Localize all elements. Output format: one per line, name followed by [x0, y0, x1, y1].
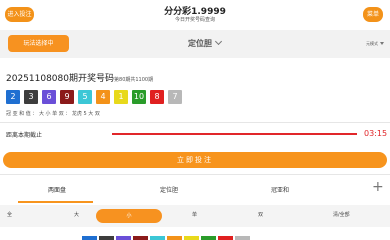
result-ball: 2: [6, 90, 20, 104]
play-type-dropdown[interactable]: 定位胆: [188, 37, 223, 49]
result-ball: 6: [42, 90, 56, 104]
filter-clear[interactable]: 清/全部: [333, 211, 350, 218]
countdown-timer: 03:15: [364, 129, 388, 138]
unit-mode-label: 元模式: [366, 41, 378, 46]
active-tab-indicator: [18, 201, 93, 203]
countdown-label: 距离本期截止: [6, 132, 43, 139]
issue-line: 20251108080期开奖号码第80期共1100期: [6, 71, 153, 84]
filter-even[interactable]: 双: [258, 211, 263, 218]
chevron-down-icon: [214, 37, 223, 46]
page-subtitle: 今日开奖号码查询: [174, 17, 215, 23]
color-chip: [218, 236, 233, 240]
divider: [0, 122, 390, 123]
unit-mode-dropdown[interactable]: 元模式: [366, 41, 384, 47]
divider: [0, 174, 390, 175]
color-chip: [167, 236, 182, 240]
color-chip: [99, 236, 114, 240]
caret-down-icon: [380, 42, 384, 45]
color-chip: [116, 236, 131, 240]
tab-sum[interactable]: 冠亚和: [271, 185, 289, 194]
color-chip: [133, 236, 148, 240]
filter-big[interactable]: 大: [74, 211, 79, 218]
countdown-progress: [112, 133, 357, 135]
filter-small[interactable]: 小: [96, 209, 162, 223]
color-chip: [150, 236, 165, 240]
color-strip: [82, 236, 252, 240]
color-chip: [184, 236, 199, 240]
issue-note: 第80期共1100期: [114, 77, 154, 83]
tab-two-sides[interactable]: 两面盘: [48, 185, 66, 194]
result-ball: 8: [150, 90, 164, 104]
result-ball: 3: [24, 90, 38, 104]
color-chip: [201, 236, 216, 240]
play-mode-button[interactable]: 玩法选择中: [8, 35, 69, 52]
menu-button[interactable]: 菜单: [363, 7, 383, 22]
play-type-label: 定位胆: [188, 39, 212, 48]
tab-position[interactable]: 定位胆: [160, 185, 178, 194]
color-chip: [235, 236, 250, 240]
result-balls: 2 3 6 9 5 4 1 10 8 7: [6, 90, 186, 104]
tab-bar: 两面盘 定位胆 冠亚和: [0, 176, 390, 202]
add-icon[interactable]: +: [372, 180, 384, 194]
issue-suffix: 期开奖号码: [69, 74, 115, 84]
color-chip: [82, 236, 97, 240]
draw-stats: 冠 亚 和 值 ： 大 小 单 双 ： 龙虎 5 大 双: [6, 111, 100, 117]
bet-button[interactable]: 立即投注: [3, 152, 387, 168]
filter-all[interactable]: 全: [7, 211, 12, 218]
result-ball: 1: [114, 90, 128, 104]
result-ball: 9: [60, 90, 74, 104]
result-ball: 10: [132, 90, 146, 104]
result-ball: 4: [96, 90, 110, 104]
result-ball: 5: [78, 90, 92, 104]
result-ball: 7: [168, 90, 182, 104]
issue-number: 20251108080: [6, 74, 69, 84]
filter-odd[interactable]: 单: [192, 211, 197, 218]
